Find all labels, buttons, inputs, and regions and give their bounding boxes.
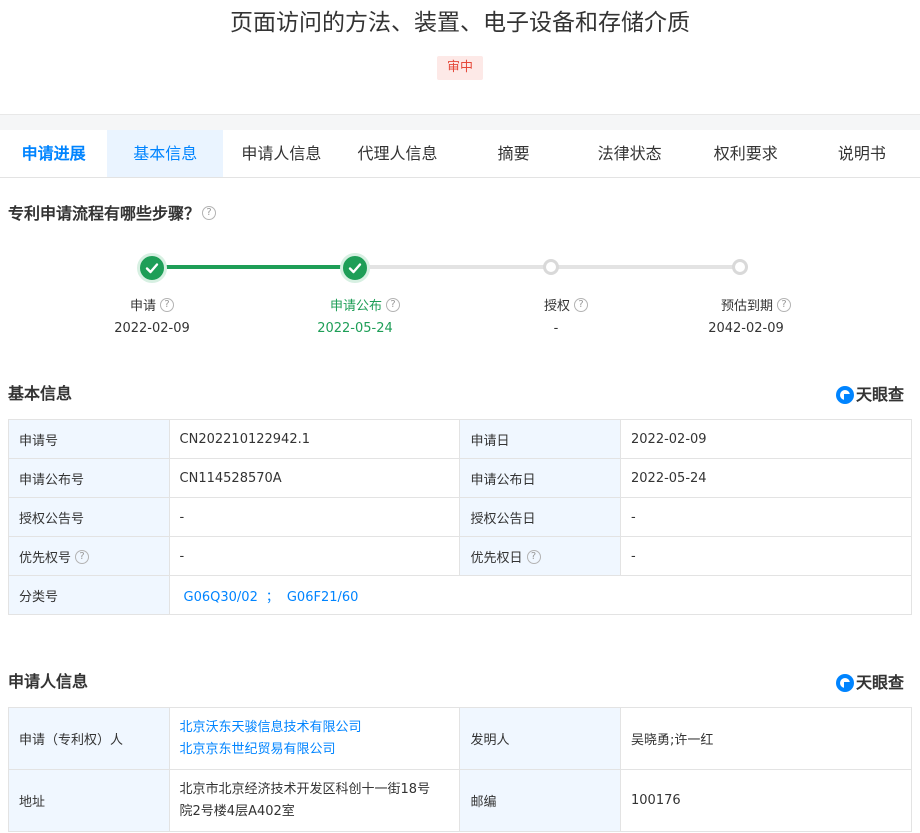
help-icon[interactable]: ? — [777, 298, 791, 312]
progress-title: 专利申请流程有哪些步骤？? — [8, 204, 217, 224]
help-icon[interactable]: ? — [526, 550, 541, 564]
field-label: 地址 — [8, 769, 170, 832]
help-icon[interactable]: ? — [160, 298, 174, 312]
field-value: - — [168, 536, 461, 576]
classification-link[interactable]: G06Q30/02 — [184, 590, 258, 605]
tab-agent-info[interactable]: 代理人信息 — [339, 130, 455, 177]
tianyancha-icon — [836, 674, 854, 692]
field-label: 优先权号 — [19, 550, 72, 566]
tab-applicant-info[interactable]: 申请人信息 — [223, 130, 339, 177]
step-label-text: 申请 — [129, 299, 156, 314]
separator: ； — [265, 589, 279, 605]
step-label-text: 预估到期 — [720, 299, 773, 314]
table-row: 优先权号? - 优先权日? - — [8, 536, 912, 576]
step-label-apply: 申请? — [82, 297, 222, 317]
step-label-grant: 授权? — [496, 297, 636, 317]
address-line: 院2号楼4层A402室 — [179, 803, 295, 819]
classification-link[interactable]: G06F21/60 — [287, 590, 359, 605]
classification-value: G06Q30/02 ； G06F21/60 — [168, 575, 913, 615]
field-label: 发明人 — [459, 707, 622, 770]
tab-legal-status[interactable]: 法律状态 — [572, 130, 688, 177]
step-date-grant: - — [553, 321, 559, 336]
field-label: 申请（专利权）人 — [8, 707, 170, 770]
basic-info-title: 基本信息 — [8, 384, 73, 403]
help-icon[interactable]: ? — [386, 298, 400, 312]
field-label: 申请日 — [459, 419, 622, 459]
page-title: 页面访问的方法、装置、电子设备和存储介质 — [230, 10, 690, 36]
help-icon[interactable]: ? — [574, 298, 588, 312]
step-date-apply: 2022-02-09 — [114, 321, 190, 336]
field-value: 100176 — [620, 769, 912, 832]
applicant-info-title: 申请人信息 — [8, 672, 89, 691]
field-value: - — [620, 536, 912, 576]
tianyancha-logo[interactable]: 天眼查 — [836, 672, 910, 694]
applicant-list: 北京沃东天骏信息技术有限公司 北京京东世纪贸易有限公司 — [168, 707, 461, 770]
progress-title-text: 专利申请流程有哪些步骤？ — [8, 204, 201, 223]
table-row: 授权公告号 - 授权公告日 - — [8, 497, 912, 537]
tianyancha-logo[interactable]: 天眼查 — [836, 384, 910, 406]
table-row: 分类号 G06Q30/02 ； G06F21/60 — [8, 575, 913, 615]
address-value: 北京市北京经济技术开发区科创十一街18号 院2号楼4层A402室 — [168, 769, 461, 832]
table-row: 申请公布号 CN114528570A 申请公布日 2022-05-24 — [8, 458, 912, 498]
step-done-icon — [340, 253, 370, 283]
field-label: 授权公告日 — [459, 497, 622, 537]
tab-abstract[interactable]: 摘要 — [456, 130, 572, 177]
applicant-link[interactable]: 北京京东世纪贸易有限公司 — [180, 739, 450, 761]
tab-bar: 申请进展 基本信息 申请人信息 代理人信息 摘要 法律状态 权利要求 说明书 — [0, 130, 920, 178]
help-icon[interactable]: ? — [202, 206, 217, 220]
field-value: 2022-02-09 — [620, 419, 912, 459]
step-label-publish: 申请公布? — [295, 297, 435, 317]
field-value: - — [620, 497, 912, 537]
tab-basic-info[interactable]: 基本信息 — [107, 130, 224, 177]
step-pending-icon — [543, 259, 559, 275]
applicant-link[interactable]: 北京沃东天骏信息技术有限公司 — [180, 717, 450, 739]
field-label-cell: 优先权号? — [8, 536, 170, 576]
step-date-expiry: 2042-02-09 — [708, 321, 784, 336]
step-label-text: 申请公布 — [329, 299, 382, 314]
field-value: CN114528570A — [168, 458, 461, 498]
field-label: 优先权日 — [470, 550, 523, 566]
table-row: 申请（专利权）人 北京沃东天骏信息技术有限公司 北京京东世纪贸易有限公司 发明人… — [8, 707, 912, 770]
status-badge: 审中 — [437, 56, 483, 80]
field-label: 申请号 — [8, 419, 170, 459]
tab-progress[interactable]: 申请进展 — [0, 130, 107, 177]
step-label-text: 授权 — [543, 299, 570, 314]
field-label: 申请公布日 — [459, 458, 622, 498]
field-value: CN202210122942.1 — [168, 419, 461, 459]
brand-text: 天眼查 — [856, 385, 905, 404]
tab-claims[interactable]: 权利要求 — [688, 130, 804, 177]
section-divider — [0, 114, 920, 130]
brand-text: 天眼查 — [856, 673, 905, 692]
step-date-publish: 2022-05-24 — [317, 321, 393, 336]
field-value: 吴晓勇;许一红 — [620, 707, 912, 770]
tianyancha-icon — [836, 386, 854, 404]
applicant-info-table: 申请（专利权）人 北京沃东天骏信息技术有限公司 北京京东世纪贸易有限公司 发明人… — [8, 707, 912, 832]
field-label: 授权公告号 — [8, 497, 170, 537]
field-label: 分类号 — [8, 575, 170, 615]
table-row: 地址 北京市北京经济技术开发区科创十一街18号 院2号楼4层A402室 邮编 1… — [8, 769, 912, 832]
field-value: - — [168, 497, 461, 537]
tab-description[interactable]: 说明书 — [804, 130, 920, 177]
help-icon[interactable]: ? — [75, 550, 90, 564]
field-label: 申请公布号 — [8, 458, 170, 498]
address-line: 北京市北京经济技术开发区科创十一街18号 — [179, 781, 431, 797]
step-pending-icon — [732, 259, 748, 275]
step-done-icon — [137, 253, 167, 283]
field-label-cell: 优先权日? — [459, 536, 622, 576]
field-value: 2022-05-24 — [620, 458, 912, 498]
field-label: 邮编 — [459, 769, 622, 832]
basic-info-table: 申请号 CN202210122942.1 申请日 2022-02-09 申请公布… — [8, 419, 913, 615]
table-row: 申请号 CN202210122942.1 申请日 2022-02-09 — [8, 419, 912, 459]
step-label-expiry: 预估到期? — [686, 297, 826, 317]
progress-track-done — [152, 265, 355, 269]
